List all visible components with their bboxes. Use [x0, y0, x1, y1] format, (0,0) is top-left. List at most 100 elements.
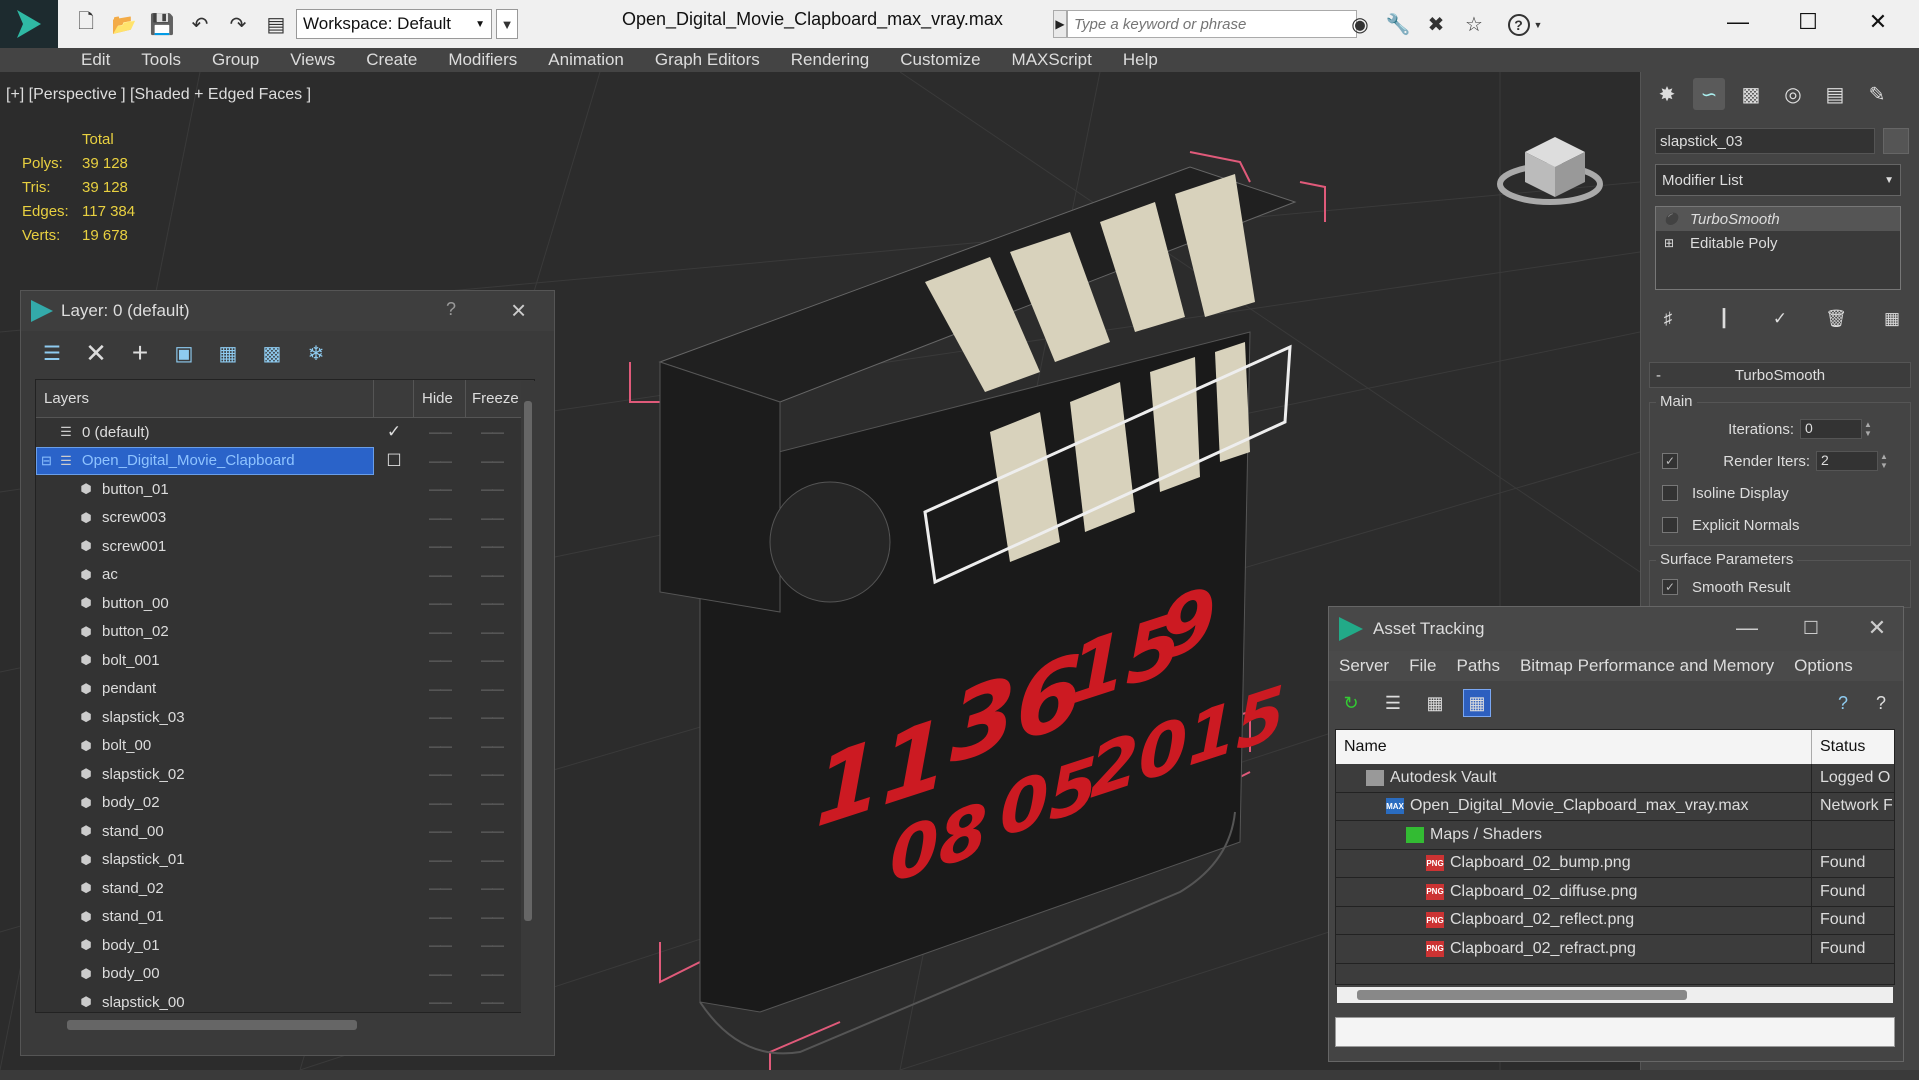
- asset-row[interactable]: PNG Clapboard_02_bump.png Found: [1336, 849, 1894, 878]
- hide-toggle[interactable]: ——: [414, 910, 466, 924]
- layer-row[interactable]: ⬢ slapstick_00 —— ——: [36, 988, 534, 1012]
- render-iters-spinner[interactable]: 2: [1816, 451, 1878, 471]
- hide-toggle[interactable]: ——: [414, 682, 466, 696]
- open-file-icon[interactable]: 📂: [110, 10, 138, 38]
- layer-name-cell[interactable]: ☰ 0 (default): [36, 418, 374, 447]
- create-tab-icon[interactable]: ✸: [1651, 78, 1683, 110]
- lightbulb-icon[interactable]: ⚫: [1664, 212, 1679, 226]
- hide-toggle[interactable]: ——: [414, 539, 466, 553]
- layer-row[interactable]: ⬢ button_02 —— ——: [36, 618, 534, 647]
- layer-row[interactable]: ⬢ stand_02 —— ——: [36, 874, 534, 903]
- menu-create[interactable]: Create: [366, 50, 417, 70]
- hide-toggle[interactable]: ——: [414, 625, 466, 639]
- wrench-icon[interactable]: 🔧: [1385, 10, 1411, 38]
- freeze-toggle[interactable]: ——: [466, 739, 518, 753]
- app-logo[interactable]: [0, 0, 58, 48]
- freeze-toggle[interactable]: ——: [466, 853, 518, 867]
- layer-name-cell[interactable]: ⬢ slapstick_01: [36, 846, 374, 875]
- freeze-toggle[interactable]: ——: [466, 910, 518, 924]
- binoculars-icon[interactable]: ◉: [1347, 10, 1373, 38]
- hide-column-header[interactable]: Hide: [414, 380, 466, 417]
- menu-rendering[interactable]: Rendering: [791, 50, 869, 70]
- viewcube[interactable]: [1497, 137, 1603, 205]
- maximize-button[interactable]: ☐: [1788, 6, 1828, 38]
- hide-toggle[interactable]: ——: [414, 938, 466, 952]
- rollout-header[interactable]: - TurboSmooth: [1649, 362, 1911, 388]
- object-name-field[interactable]: [1655, 128, 1875, 154]
- status-column-header[interactable]: Status: [1812, 738, 1865, 756]
- list-view-icon[interactable]: ☰: [1379, 689, 1407, 717]
- redo-icon[interactable]: ↷: [224, 10, 252, 38]
- configure-sets-icon[interactable]: ▦: [1879, 306, 1905, 332]
- render-iters-checkbox[interactable]: ✓: [1662, 453, 1678, 469]
- layer-row[interactable]: ⬢ bolt_001 —— ——: [36, 646, 534, 675]
- search-input[interactable]: [1067, 10, 1357, 38]
- utilities-tab-icon[interactable]: ✎: [1861, 78, 1893, 110]
- menu-group[interactable]: Group: [212, 50, 259, 70]
- layer-row[interactable]: ⬢ slapstick_03 —— ——: [36, 703, 534, 732]
- freeze-toggle[interactable]: ——: [466, 511, 518, 525]
- explicit-normals-checkbox[interactable]: [1662, 517, 1678, 533]
- layer-row[interactable]: ⬢ body_02 —— ——: [36, 789, 534, 818]
- delete-layer-icon[interactable]: ✕: [83, 338, 109, 368]
- object-color-swatch[interactable]: [1883, 128, 1909, 154]
- layer-name-cell[interactable]: ⬢ screw003: [36, 504, 374, 533]
- search-expand-arrow[interactable]: ▶: [1053, 10, 1067, 38]
- asset-row[interactable]: Autodesk Vault Logged O: [1336, 764, 1894, 793]
- close-icon[interactable]: ×: [511, 295, 526, 326]
- layer-name-cell[interactable]: ⬢ ac: [36, 561, 374, 590]
- add-to-layer-icon[interactable]: +: [127, 337, 153, 368]
- hide-toggle[interactable]: ——: [414, 653, 466, 667]
- hide-toggle[interactable]: ——: [414, 824, 466, 838]
- freeze-toggle[interactable]: ——: [466, 938, 518, 952]
- layer-row[interactable]: ⬢ screw003 —— ——: [36, 504, 534, 533]
- layer-name-cell[interactable]: ⬢ button_02: [36, 618, 374, 647]
- freeze-all-icon[interactable]: ❄: [303, 340, 329, 366]
- asset-row[interactable]: PNG Clapboard_02_refract.png Found: [1336, 935, 1894, 964]
- layer-name-cell[interactable]: ⬢ screw001: [36, 532, 374, 561]
- layer-row[interactable]: ⬢ ac —— ——: [36, 561, 534, 590]
- table-view-icon[interactable]: ▦: [1463, 689, 1491, 717]
- layer-row[interactable]: ⬢ body_00 —— ——: [36, 960, 534, 989]
- layer-horizontal-scrollbar[interactable]: [37, 1017, 535, 1031]
- make-unique-icon[interactable]: ✓: [1767, 306, 1793, 332]
- thumbnail-view-icon[interactable]: ▦: [1421, 689, 1449, 717]
- menu-help[interactable]: Help: [1123, 50, 1158, 70]
- pin-stack-icon[interactable]: ♯: [1655, 306, 1681, 332]
- layer-row[interactable]: ⊟ ☰ Open_Digital_Movie_Clapboard ☐ —— ——: [36, 446, 534, 475]
- layer-row[interactable]: ⬢ slapstick_01 —— ——: [36, 846, 534, 875]
- help-icon[interactable]: ?: [446, 299, 456, 320]
- layer-name-cell[interactable]: ⬢ pendant: [36, 675, 374, 704]
- asset-row[interactable]: MAX Open_Digital_Movie_Clapboard_max_vray…: [1336, 792, 1894, 821]
- layer-row[interactable]: ☰ 0 (default) ✓ —— ——: [36, 418, 534, 447]
- menu-edit[interactable]: Edit: [81, 50, 110, 70]
- freeze-toggle[interactable]: ——: [466, 568, 518, 582]
- hide-toggle[interactable]: ——: [414, 710, 466, 724]
- layer-row[interactable]: ⬢ pendant —— ——: [36, 675, 534, 704]
- name-column-header[interactable]: Name: [1336, 730, 1812, 764]
- layer-name-cell[interactable]: ⬢ button_00: [36, 589, 374, 618]
- layer-name-cell[interactable]: ⬢ body_01: [36, 931, 374, 960]
- hide-toggle[interactable]: ——: [414, 482, 466, 496]
- layer-panel-titlebar[interactable]: Layer: 0 (default) ? ×: [21, 291, 554, 331]
- stack-item-editable-poly[interactable]: ⊞ Editable Poly: [1656, 231, 1900, 255]
- undo-icon[interactable]: ↶: [186, 10, 214, 38]
- hide-toggle[interactable]: ——: [414, 511, 466, 525]
- freeze-toggle[interactable]: ——: [466, 710, 518, 724]
- freeze-toggle[interactable]: ——: [466, 995, 518, 1009]
- layer-name-cell[interactable]: ⊟ ☰ Open_Digital_Movie_Clapboard: [36, 446, 374, 475]
- layer-name-cell[interactable]: ⬢ stand_00: [36, 817, 374, 846]
- save-icon[interactable]: 💾: [148, 10, 176, 38]
- hide-toggle[interactable]: ——: [414, 967, 466, 981]
- help-button[interactable]: ? ▼: [1505, 12, 1545, 38]
- layer-row[interactable]: ⬢ screw001 —— ——: [36, 532, 534, 561]
- layer-row[interactable]: ⬢ stand_00 —— ——: [36, 817, 534, 846]
- close-button[interactable]: ✕: [1858, 6, 1898, 38]
- display-tab-icon[interactable]: ▤: [1819, 78, 1851, 110]
- isoline-checkbox[interactable]: [1662, 485, 1678, 501]
- create-layer-icon[interactable]: ☰: [39, 340, 65, 366]
- modify-tab-icon[interactable]: ∽: [1693, 78, 1725, 110]
- layer-vertical-scrollbar[interactable]: [521, 381, 535, 1013]
- project-folder-icon[interactable]: ▤: [262, 10, 290, 38]
- layer-row[interactable]: ⬢ button_01 —— ——: [36, 475, 534, 504]
